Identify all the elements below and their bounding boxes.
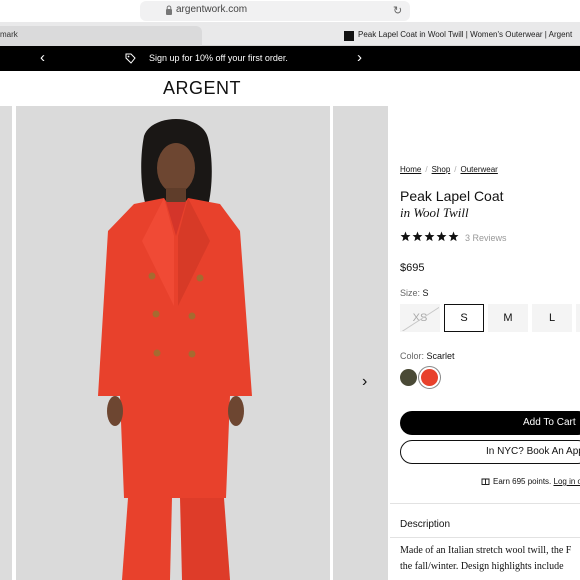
promo-next-arrow-icon[interactable]: › [357,50,362,65]
selected-color: Scarlet [426,351,455,361]
gallery-prev-image[interactable] [0,106,12,580]
gallery-next-image[interactable] [333,106,388,580]
breadcrumb-outerwear[interactable]: Outerwear [461,165,498,174]
tag-icon [125,53,136,64]
divider [390,537,580,538]
product-price: $695 [400,262,425,274]
book-appointment-button[interactable]: In NYC? Book An Appo [400,440,580,464]
star-icon [448,231,459,242]
reviews-link[interactable]: 3 Reviews [465,233,507,243]
star-icon [436,231,447,242]
browser-url-bar: argentwork.com ↻ [0,0,580,22]
breadcrumb-home[interactable]: Home [400,165,421,174]
model-in-coat-photo [16,106,330,580]
size-option-m[interactable]: M [488,304,528,332]
divider [390,503,580,504]
tab-strip: mark Peak Lapel Coat in Wool Twill | Wom… [0,22,580,46]
breadcrumb-shop[interactable]: Shop [432,165,451,174]
login-link[interactable]: Log in o [554,477,580,486]
color-swatch-scarlet[interactable] [421,369,438,386]
brand-logo[interactable]: ARGENT [0,78,404,99]
size-option-more[interactable] [576,304,580,332]
breadcrumb: Home / Shop / Outerwear [400,165,498,174]
add-to-cart-button[interactable]: Add To Cart [400,411,580,435]
color-swatch-olive[interactable] [400,369,417,386]
gallery-next-arrow-icon[interactable]: › [362,374,367,390]
star-icon [412,231,423,242]
url-text[interactable]: argentwork.com [176,4,247,15]
gift-icon [481,478,490,485]
product-main-image [16,106,330,580]
tab-bookmark[interactable]: mark [0,26,202,46]
promo-prev-arrow-icon[interactable]: ‹ [40,50,45,65]
description-text: Made of an Italian stretch wool twill, t… [400,545,572,572]
color-label: Color: Scarlet [400,351,455,361]
size-label: Size: S [400,288,429,298]
lock-icon [166,5,172,15]
promo-text[interactable]: Sign up for 10% off your first order. [149,53,288,63]
size-option-s[interactable]: S [444,304,484,332]
loyalty-points: Earn 695 points. Log in o [493,477,580,486]
size-option-xs[interactable]: XS [400,304,440,332]
product-subtitle: in Wool Twill [400,205,469,220]
argent-favicon-icon [344,31,354,41]
product-title: Peak Lapel Coat [400,188,504,204]
reload-icon[interactable]: ↻ [393,4,402,17]
active-tab-title[interactable]: Peak Lapel Coat in Wool Twill | Women's … [358,30,572,39]
size-option-l[interactable]: L [532,304,572,332]
tab-bookmark-label: mark [0,30,18,39]
description-heading[interactable]: Description [400,519,450,530]
selected-size: S [422,288,429,298]
promo-bar: ‹ Sign up for 10% off your first order. … [0,46,580,71]
star-icon [400,231,411,242]
rating-stars[interactable] [400,231,459,242]
star-icon [424,231,435,242]
